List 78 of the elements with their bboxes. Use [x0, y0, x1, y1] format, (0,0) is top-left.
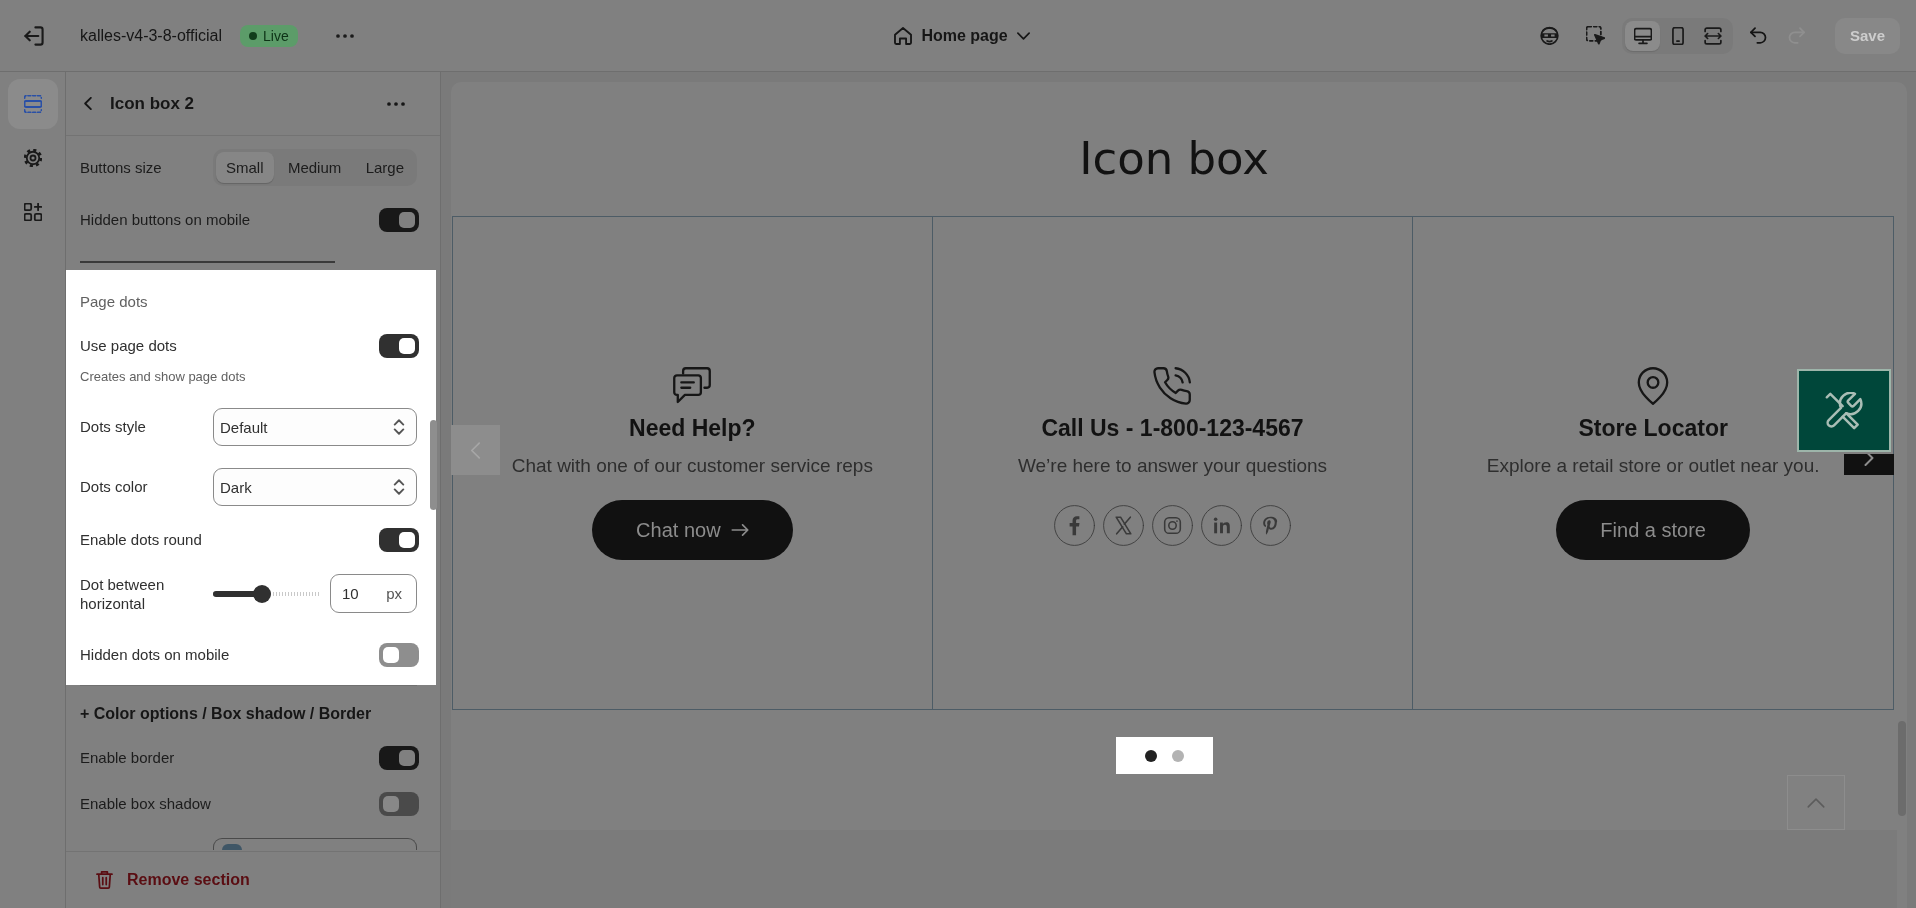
select-field[interactable]: Default [213, 408, 417, 446]
toggle-switch[interactable] [379, 643, 419, 667]
card-button[interactable]: Chat now [592, 500, 793, 560]
settings-icon [23, 149, 42, 167]
card-button[interactable]: Find a store [1556, 500, 1750, 560]
status-label: Live [263, 27, 289, 44]
chevron-down-icon [1016, 31, 1030, 40]
number-field[interactable]: 10 px [330, 574, 417, 613]
slider-track[interactable] [213, 584, 319, 603]
card-text: Chat with one of our customer service reps [511, 454, 873, 478]
view-mode-tab[interactable] [1625, 20, 1660, 51]
group-heading: Page dots [80, 292, 148, 312]
card-text: We’re here to answer your questions [1017, 454, 1328, 478]
status-dot-icon [249, 31, 257, 40]
card-title: Call Us - 1-800-123-4567 [1041, 414, 1304, 442]
desktop-icon [1633, 26, 1652, 45]
remove-section-button[interactable]: Remove section [96, 864, 250, 896]
setting-label: Dot between horizontal [80, 574, 166, 613]
setting-label: Buttons size [80, 157, 162, 178]
scrollbar-thumb[interactable] [430, 420, 437, 510]
card-text: Explore a retail store or outlet near you. [1486, 454, 1820, 478]
store-name: kalles-v4-3-8-official [80, 26, 222, 45]
chevron-updown-icon [392, 479, 406, 495]
home-icon [894, 26, 913, 45]
toggle-switch[interactable] [379, 746, 419, 770]
toggle-switch[interactable] [379, 792, 419, 816]
tools-button[interactable] [1797, 369, 1891, 452]
setting-label: Dots style [80, 417, 146, 437]
color-swatch-icon [222, 844, 242, 850]
setting-label: Hidden buttons on mobile [80, 210, 251, 230]
chevron-left-icon[interactable] [84, 97, 92, 110]
slider-thumb[interactable] [252, 584, 271, 603]
chevron-left-icon [470, 441, 481, 459]
segmented-option[interactable]: Small [216, 152, 274, 183]
group-heading: + Color options / Box shadow / Border [80, 704, 372, 724]
page-dot[interactable] [1172, 749, 1184, 762]
page-selector[interactable]: Home page [888, 17, 1036, 54]
toggle-switch[interactable] [379, 528, 419, 552]
more-icon[interactable] [335, 33, 354, 38]
instagram-icon[interactable] [1152, 505, 1193, 546]
toggle-switch[interactable] [379, 334, 419, 358]
exit-icon[interactable] [24, 25, 44, 46]
trash-icon [96, 871, 113, 889]
page-dot[interactable] [1145, 749, 1157, 762]
card-title: Need Help? [629, 414, 756, 442]
expand-width-icon [1703, 26, 1722, 45]
phone-call-icon [1153, 367, 1192, 405]
add-blocks-icon [23, 203, 42, 221]
toggle-switch[interactable] [379, 208, 419, 232]
setting-label: Enable border [80, 748, 175, 768]
undo-icon[interactable] [1750, 27, 1767, 44]
segmented-option[interactable]: Medium [277, 152, 352, 183]
section-heading: Icon box [1079, 132, 1269, 186]
card-title: Store Locator [1578, 414, 1728, 442]
chat-bubbles-icon [673, 367, 712, 405]
linkedin-icon[interactable] [1201, 505, 1242, 546]
select-cursor-icon[interactable] [1586, 26, 1605, 45]
pinterest-icon[interactable] [1250, 505, 1291, 546]
hint-text: Creates and show page dots [80, 368, 246, 386]
sections-icon [23, 95, 42, 113]
select-field[interactable]: Dark [213, 468, 417, 506]
chevron-updown-icon [392, 419, 406, 435]
x-logo-icon[interactable] [1103, 505, 1144, 546]
masked-face-icon[interactable] [1540, 26, 1559, 45]
setting-label: Dots color [80, 477, 148, 497]
segmented-option[interactable]: Large [355, 152, 414, 183]
arrow-right-icon [730, 524, 749, 536]
more-icon[interactable] [387, 101, 405, 106]
tools-icon [1825, 391, 1863, 430]
panel-title: Icon box 2 [110, 93, 195, 114]
color-field[interactable] [213, 838, 417, 850]
setting-label: Use page dots [80, 336, 177, 356]
setting-label: Enable dots round [80, 530, 202, 550]
setting-label: Hidden dots on mobile [80, 645, 230, 665]
setting-label: Enable box shadow [80, 794, 211, 814]
next-arrow-button[interactable] [1844, 454, 1894, 475]
chevron-up-icon [1807, 797, 1825, 808]
facebook-icon[interactable] [1054, 505, 1095, 546]
